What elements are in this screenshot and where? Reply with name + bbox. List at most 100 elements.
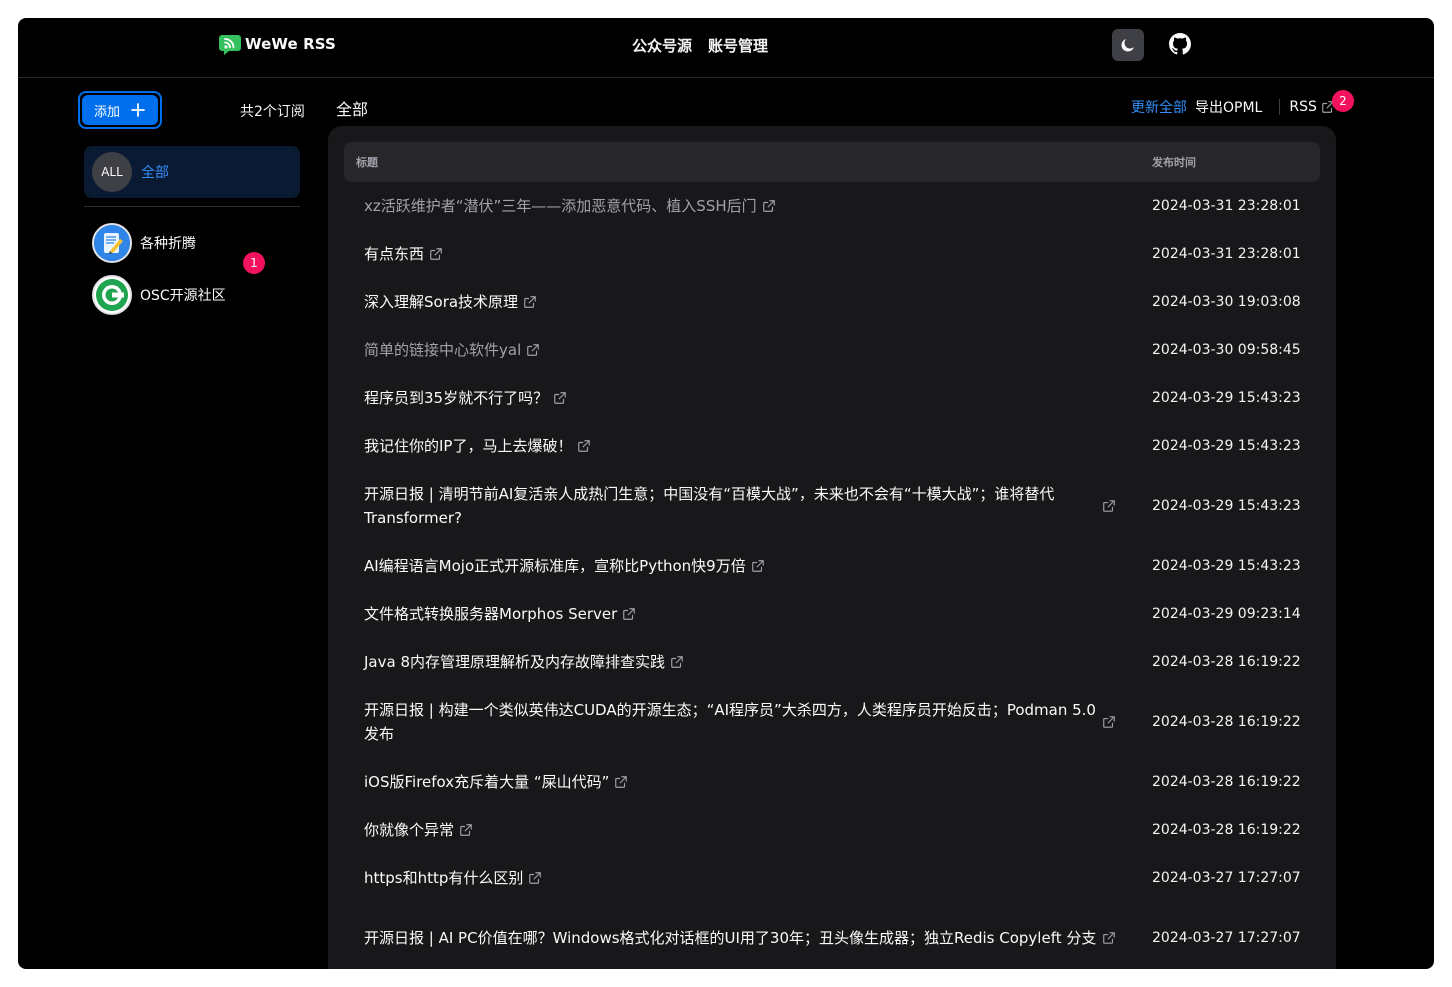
external-link-icon: [578, 440, 591, 452]
feed-name: OSC开源社区: [140, 288, 226, 304]
article-title[interactable]: AI编程语言Mojo正式开源标准库，宣称比Python快9万倍: [364, 554, 746, 578]
article-time: 2024-03-28 16:19:22: [1152, 774, 1301, 790]
github-link[interactable]: [1168, 32, 1192, 56]
brand-name: WeWe RSS: [245, 35, 336, 53]
sidebar-item-feed[interactable]: OSC开源社区: [92, 275, 226, 315]
brand[interactable]: WeWe RSS: [218, 32, 336, 56]
article-title[interactable]: 我记住你的IP了，马上去爆破！: [364, 434, 572, 458]
external-link-icon: [762, 200, 775, 212]
article-title[interactable]: 文件格式转换服务器Morphos Server: [364, 602, 617, 626]
article-time: 2024-03-31 23:28:01: [1152, 246, 1301, 262]
table-row[interactable]: xz活跃维护者“潜伏”三年——添加恶意代码、植入SSH后门 2024-03-31 …: [344, 182, 1320, 230]
table-row[interactable]: Java 8内存管理原理解析及内存故障排查实践 2024-03-28 16:19:…: [344, 638, 1320, 686]
column-header-title: 标题: [356, 156, 378, 169]
osc-logo-icon: [92, 275, 132, 315]
unread-badge: 1: [243, 252, 265, 274]
table-row[interactable]: 简单的链接中心软件yal 2024-03-30 09:58:45: [344, 326, 1320, 374]
external-link-icon: [524, 296, 536, 308]
table-row[interactable]: 程序员到35岁就不行了吗？ 2024-03-29 15:43:23: [344, 374, 1320, 422]
article-time: 2024-03-29 15:43:23: [1152, 498, 1301, 514]
table-row[interactable]: AI编程语言Mojo正式开源标准库，宣称比Python快9万倍 2024-03-2…: [344, 542, 1320, 590]
page-title: 全部: [336, 100, 369, 119]
article-title-cell: 文件格式转换服务器Morphos Server: [344, 602, 1152, 626]
top-navbar: WeWe RSS 公众号源 账号管理: [18, 18, 1434, 78]
add-button-label: 添加: [93, 104, 120, 120]
article-time: 2024-03-29 15:43:23: [1152, 438, 1301, 454]
article-title-cell: AI编程语言Mojo正式开源标准库，宣称比Python快9万倍: [344, 554, 1152, 578]
table-row[interactable]: 开源日报 | AI PC价值在哪？Windows格式化对话框的UI用了30年；丑…: [344, 902, 1320, 969]
article-time: 2024-03-28 16:19:22: [1152, 822, 1301, 838]
article-title-cell: 开源日报 | 构建一个类似英伟达CUDA的开源生态；“AI程序员”大杀四方，人类…: [344, 698, 1152, 746]
external-link-icon: [615, 776, 628, 788]
article-title[interactable]: 程序员到35岁就不行了吗？: [364, 386, 548, 410]
theme-toggle-button[interactable]: [1112, 29, 1144, 61]
article-title[interactable]: 简单的链接中心软件yal: [364, 338, 521, 362]
notepad-icon: [92, 223, 132, 263]
main-nav: 公众号源 账号管理: [632, 35, 768, 56]
github-icon: [1169, 33, 1191, 55]
external-link-icon: [671, 656, 683, 668]
sidebar-divider: [84, 206, 300, 207]
sidebar-item-all-label: 全部: [141, 165, 169, 181]
external-link-icon: [430, 248, 442, 260]
article-title-cell: iOS版Firefox充斥着大量 “屎山代码”: [344, 770, 1152, 794]
nav-accounts[interactable]: 账号管理: [708, 35, 768, 56]
article-title[interactable]: https和http有什么区别: [364, 866, 523, 890]
rss-link[interactable]: RSS: [1289, 99, 1335, 115]
table-row[interactable]: 你就像个异常 2024-03-28 16:19:22: [344, 806, 1320, 854]
rss-logo-icon: [219, 35, 241, 55]
sidebar-item-feed[interactable]: 各种折腾: [92, 223, 196, 263]
subscription-count: 共2个订阅: [240, 104, 305, 120]
table-row[interactable]: 深入理解Sora技术原理 2024-03-30 19:03:08: [344, 278, 1320, 326]
plus-icon: [131, 103, 145, 117]
external-link-icon: [460, 824, 472, 836]
article-time: 2024-03-27 17:27:07: [1152, 870, 1301, 886]
article-time: 2024-03-28 16:19:22: [1152, 654, 1301, 670]
article-title-cell: 开源日报 | AI PC价值在哪？Windows格式化对话框的UI用了30年；丑…: [344, 926, 1152, 950]
external-link-icon: [527, 344, 540, 356]
table-row[interactable]: 我记住你的IP了，马上去爆破！ 2024-03-29 15:43:23: [344, 422, 1320, 470]
table-row[interactable]: 文件格式转换服务器Morphos Server 2024-03-29 09:23:…: [344, 590, 1320, 638]
table-header: 标题 发布时间: [344, 142, 1320, 182]
app-window: WeWe RSS 公众号源 账号管理 添加 共2个订阅 ALL 全部 各种折腾 …: [18, 18, 1434, 969]
article-time: 2024-03-27 17:27:07: [1152, 930, 1301, 946]
moon-icon: [1121, 39, 1134, 52]
external-link-icon: [1103, 716, 1115, 728]
articles-table: 标题 发布时间 xz活跃维护者“潜伏”三年——添加恶意代码、植入SSH后门 202…: [328, 126, 1336, 969]
article-title-wrap: 开源日报 | AI PC价值在哪？Windows格式化对话框的UI用了30年；丑…: [364, 926, 1116, 950]
table-row[interactable]: 开源日报 | 构建一个类似英伟达CUDA的开源生态；“AI程序员”大杀四方，人类…: [344, 686, 1320, 758]
nav-feeds[interactable]: 公众号源: [632, 35, 692, 56]
add-button[interactable]: 添加: [78, 91, 162, 129]
divider: [1279, 99, 1281, 115]
article-title-cell: 有点东西: [344, 242, 1152, 266]
article-title-cell: 深入理解Sora技术原理: [344, 290, 1152, 314]
table-body: xz活跃维护者“潜伏”三年——添加恶意代码、植入SSH后门 2024-03-31 …: [344, 182, 1320, 969]
external-link-icon: [751, 560, 764, 572]
article-title[interactable]: iOS版Firefox充斥着大量 “屎山代码”: [364, 770, 609, 794]
article-time: 2024-03-31 23:28:01: [1152, 198, 1301, 214]
external-link-icon: [554, 392, 566, 404]
article-time: 2024-03-29 09:23:14: [1152, 606, 1301, 622]
article-title[interactable]: 开源日报 | 构建一个类似英伟达CUDA的开源生态；“AI程序员”大杀四方，人类…: [364, 698, 1097, 746]
update-all-link[interactable]: 更新全部: [1131, 97, 1187, 117]
article-title[interactable]: 开源日报 | AI PC价值在哪？Windows格式化对话框的UI用了30年；丑…: [364, 926, 1097, 950]
table-row[interactable]: https和http有什么区别 2024-03-27 17:27:07: [344, 854, 1320, 902]
article-title-cell: https和http有什么区别: [344, 866, 1152, 890]
article-title-cell: Java 8内存管理原理解析及内存故障排查实践: [344, 650, 1152, 674]
article-title-cell: 你就像个异常: [344, 818, 1152, 842]
article-title[interactable]: 开源日报 | 清明节前AI复活亲人成热门生意；中国没有“百模大战”，未来也不会有…: [364, 482, 1097, 530]
rss-link-label: RSS: [1289, 99, 1317, 115]
table-row[interactable]: 开源日报 | 清明节前AI复活亲人成热门生意；中国没有“百模大战”，未来也不会有…: [344, 470, 1320, 542]
table-row[interactable]: iOS版Firefox充斥着大量 “屎山代码” 2024-03-28 16:19:…: [344, 758, 1320, 806]
article-title[interactable]: 深入理解Sora技术原理: [364, 290, 518, 314]
article-title[interactable]: 有点东西: [364, 242, 424, 266]
article-title-wrap: 开源日报 | 清明节前AI复活亲人成热门生意；中国没有“百模大战”，未来也不会有…: [364, 482, 1116, 530]
table-row[interactable]: 有点东西 2024-03-31 23:28:01: [344, 230, 1320, 278]
article-title[interactable]: Java 8内存管理原理解析及内存故障排查实践: [364, 650, 665, 674]
article-title[interactable]: xz活跃维护者“潜伏”三年——添加恶意代码、植入SSH后门: [364, 194, 757, 218]
article-title-cell: 程序员到35岁就不行了吗？: [344, 386, 1152, 410]
sidebar-item-all[interactable]: ALL 全部: [84, 146, 300, 198]
article-title[interactable]: 你就像个异常: [364, 818, 454, 842]
article-title-cell: xz活跃维护者“潜伏”三年——添加恶意代码、植入SSH后门: [344, 194, 1152, 218]
export-opml-link[interactable]: 导出OPML: [1195, 97, 1262, 117]
